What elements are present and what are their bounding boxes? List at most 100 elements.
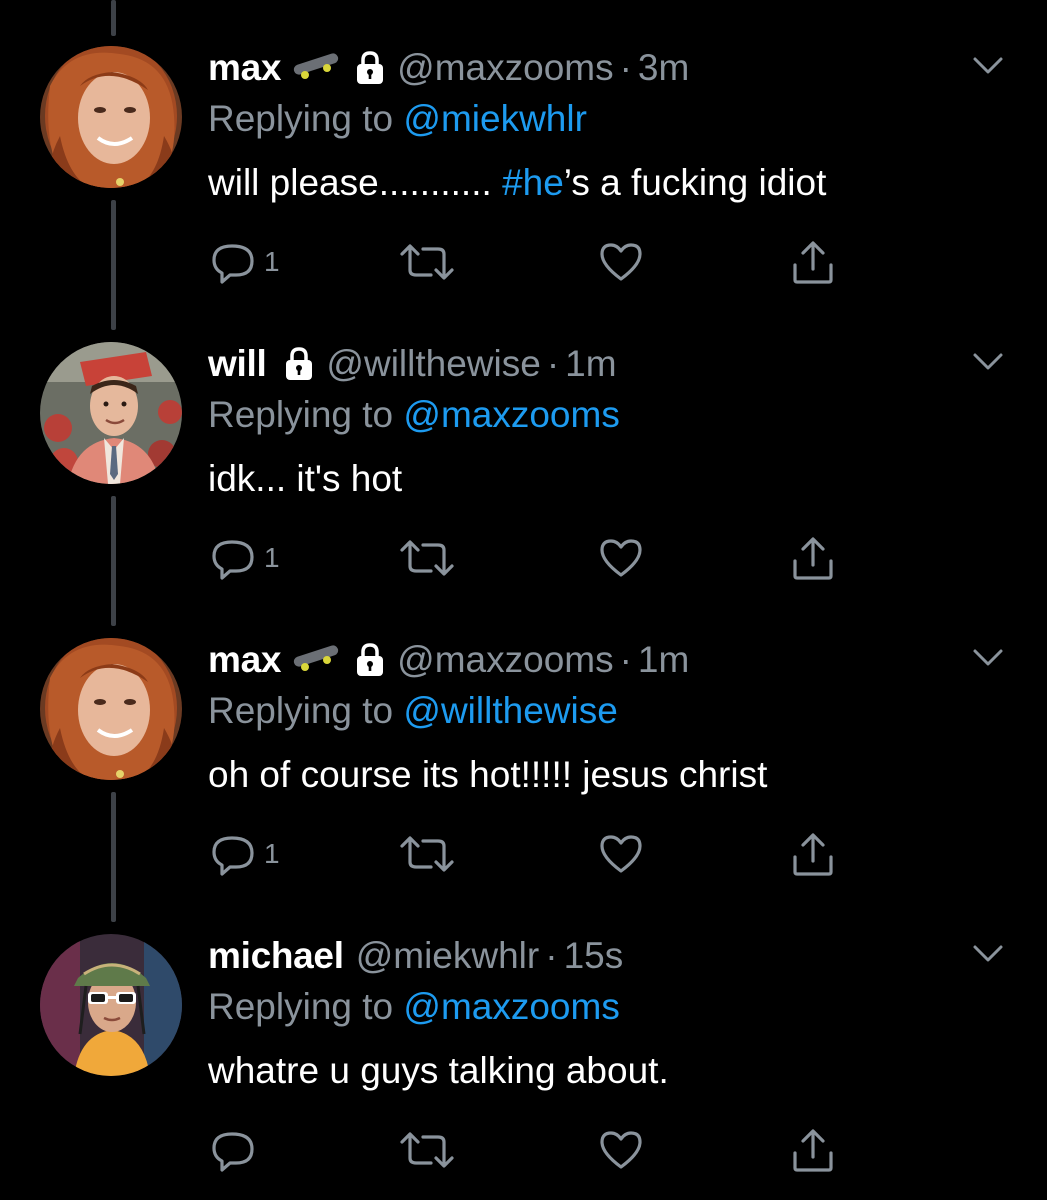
- chevron-down-icon[interactable]: [972, 648, 1004, 668]
- reply-button[interactable]: 1: [210, 824, 280, 884]
- separator-dot: ·: [545, 935, 558, 976]
- lock-icon: [355, 643, 385, 677]
- tweet-text-part: oh of course its hot!!!!! jesus christ: [208, 754, 768, 795]
- reply-count: 1: [264, 542, 280, 573]
- reply-icon: [212, 244, 254, 284]
- hashtag-link[interactable]: #he: [502, 162, 564, 203]
- heart-icon: [600, 539, 642, 577]
- share-icon: [793, 241, 833, 284]
- retweet-icon: [400, 1132, 454, 1168]
- tweet-text-part: ’s a fucking idiot: [563, 162, 827, 203]
- tweet-header: max @maxzooms · 1m: [208, 636, 689, 684]
- avatar[interactable]: [40, 638, 182, 780]
- reply-button[interactable]: 1: [210, 232, 280, 292]
- mention-link[interactable]: @maxzooms: [403, 986, 619, 1027]
- display-name[interactable]: michael: [208, 935, 344, 977]
- skateboard-icon: [291, 645, 341, 675]
- tweet-text-part: will please...........: [208, 162, 503, 203]
- thread-connector: [111, 0, 116, 36]
- display-name[interactable]: max: [208, 639, 281, 681]
- user-handle[interactable]: @maxzooms: [397, 47, 613, 89]
- tweet-header: michael @miekwhlr · 15s: [208, 932, 623, 980]
- reply-count: 1: [264, 838, 280, 869]
- timestamp[interactable]: 15s: [564, 935, 624, 977]
- share-icon: [793, 537, 833, 580]
- mention-link[interactable]: @maxzooms: [403, 394, 619, 435]
- share-button[interactable]: [790, 824, 836, 884]
- reply-icon: [212, 1132, 254, 1172]
- chevron-down-icon[interactable]: [972, 56, 1004, 76]
- reply-icon: [212, 836, 254, 876]
- tweet-text: whatre u guys talking about.: [208, 1050, 669, 1092]
- timestamp[interactable]: 3m: [638, 47, 689, 89]
- tweet-text: oh of course its hot!!!!! jesus christ: [208, 754, 767, 796]
- share-button[interactable]: [790, 1120, 836, 1180]
- replying-to-label: Replying to: [208, 394, 404, 435]
- timestamp[interactable]: 1m: [565, 343, 616, 385]
- like-button[interactable]: [598, 824, 644, 884]
- replying-to-label: Replying to: [208, 98, 404, 139]
- replying-to: Replying to @willthewise: [208, 690, 618, 732]
- mention-link[interactable]: @miekwhlr: [403, 98, 587, 139]
- replying-to: Replying to @maxzooms: [208, 986, 620, 1028]
- graduation-boy-avatar: [40, 342, 182, 484]
- display-name[interactable]: will: [208, 343, 267, 385]
- separator-dot: ·: [619, 639, 632, 680]
- share-icon: [793, 833, 833, 876]
- heart-icon: [600, 243, 642, 281]
- tweet[interactable]: will @willthewise · 1m Replying to @maxz…: [0, 296, 1047, 626]
- heart-icon: [600, 1131, 642, 1169]
- tweet[interactable]: max @maxzooms · 3m Replying to @miekwhlr…: [0, 0, 1047, 330]
- reply-icon: [212, 540, 254, 580]
- lock-icon: [284, 347, 314, 381]
- retweet-button[interactable]: [398, 1120, 456, 1180]
- reply-button[interactable]: [210, 1120, 258, 1180]
- user-handle[interactable]: @willthewise: [326, 343, 540, 385]
- mention-link[interactable]: @willthewise: [403, 690, 617, 731]
- retweet-icon: [400, 244, 454, 280]
- timestamp[interactable]: 1m: [638, 639, 689, 681]
- tweet-header: will @willthewise · 1m: [208, 340, 617, 388]
- replying-to: Replying to @maxzooms: [208, 394, 620, 436]
- retweet-button[interactable]: [398, 824, 456, 884]
- tweet-actions: 1: [0, 232, 1047, 292]
- red-haired-girl-avatar: [40, 638, 182, 780]
- avatar[interactable]: [40, 934, 182, 1076]
- heart-icon: [600, 835, 642, 873]
- avatar[interactable]: [40, 46, 182, 188]
- share-button[interactable]: [790, 232, 836, 292]
- like-button[interactable]: [598, 232, 644, 292]
- avatar[interactable]: [40, 342, 182, 484]
- share-icon: [793, 1129, 833, 1172]
- tweet[interactable]: michael @miekwhlr · 15s Replying to @max…: [0, 888, 1047, 1200]
- chevron-down-icon[interactable]: [972, 352, 1004, 372]
- display-name[interactable]: max: [208, 47, 281, 89]
- replying-to-label: Replying to: [208, 690, 404, 731]
- tweet-text-part: idk... it's hot: [208, 458, 403, 499]
- like-button[interactable]: [598, 1120, 644, 1180]
- lock-icon: [355, 51, 385, 85]
- skateboard-icon: [291, 53, 341, 83]
- reply-count: 1: [264, 246, 280, 277]
- reply-thread: max @maxzooms · 3m Replying to @miekwhlr…: [0, 0, 1047, 1200]
- bucket-hat-sunglasses-avatar: [40, 934, 182, 1076]
- tweet-header: max @maxzooms · 3m: [208, 44, 689, 92]
- user-handle[interactable]: @maxzooms: [397, 639, 613, 681]
- retweet-button[interactable]: [398, 528, 456, 588]
- red-haired-girl-avatar: [40, 46, 182, 188]
- tweet-actions: [0, 1120, 1047, 1180]
- retweet-button[interactable]: [398, 232, 456, 292]
- like-button[interactable]: [598, 528, 644, 588]
- tweet[interactable]: max @maxzooms · 1m Replying to @willthew…: [0, 592, 1047, 922]
- chevron-down-icon[interactable]: [972, 944, 1004, 964]
- reply-button[interactable]: 1: [210, 528, 280, 588]
- retweet-icon: [400, 540, 454, 576]
- tweet-text: idk... it's hot: [208, 458, 402, 500]
- separator-dot: ·: [619, 47, 632, 88]
- tweet-text: will please........... #he’s a fucking i…: [208, 162, 826, 204]
- share-button[interactable]: [790, 528, 836, 588]
- user-handle[interactable]: @miekwhlr: [356, 935, 540, 977]
- tweet-actions: 1: [0, 528, 1047, 588]
- replying-to: Replying to @miekwhlr: [208, 98, 587, 140]
- tweet-actions: 1: [0, 824, 1047, 884]
